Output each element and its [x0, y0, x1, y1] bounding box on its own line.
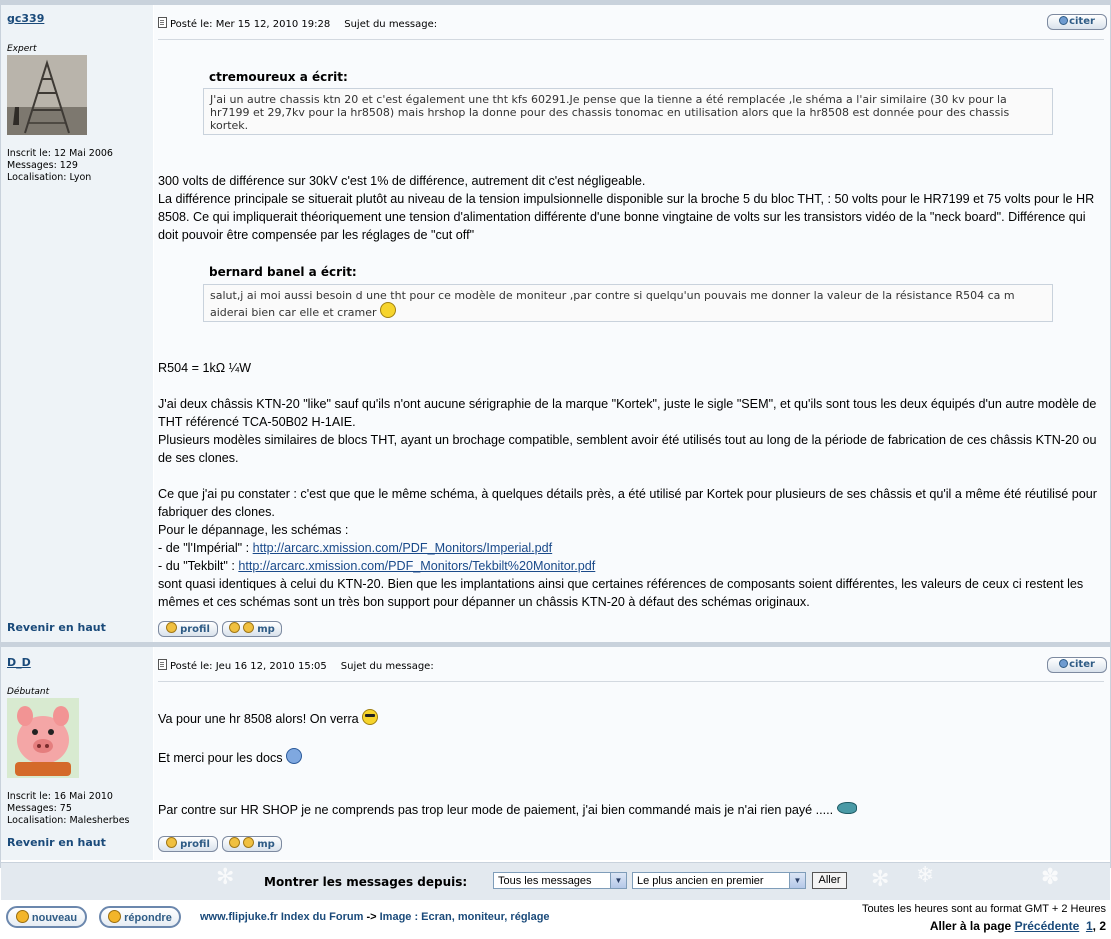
radio-tower-avatar-icon	[7, 55, 87, 135]
smile-icon	[379, 302, 396, 318]
post-document-icon	[158, 17, 167, 28]
post-document-icon	[158, 659, 167, 670]
reply-icon	[108, 910, 122, 923]
post-paragraph: Pour le dépannage, les schémas :	[158, 523, 349, 537]
back-to-top-link[interactable]: Revenir en haut	[7, 621, 106, 634]
quote-button[interactable]: citer	[1047, 14, 1107, 30]
go-button[interactable]: Aller	[812, 872, 847, 889]
author-joined: Inscrit le: 16 Mai 2010	[7, 791, 113, 802]
quote-icon	[1059, 659, 1069, 668]
pm-button[interactable]: mp	[222, 621, 282, 637]
post-author-column: D_D Débutant Inscrit le: 16 Mai 2010 Mes…	[1, 647, 153, 860]
quote-author: ctremoureux a écrit:	[209, 70, 348, 84]
post-paragraph: Ce que j'ai pu constater : c'est que que…	[158, 487, 1097, 519]
author-rank: Débutant	[7, 687, 50, 697]
snowflake-icon: ❄	[916, 863, 935, 888]
cool-smiley-icon	[362, 709, 379, 725]
post-header-rule	[158, 39, 1104, 40]
breadcrumb-forum-index[interactable]: www.flipjuke.fr Index du Forum	[200, 911, 363, 923]
fish-smiley-icon	[836, 802, 857, 814]
author-username[interactable]: gc339	[7, 12, 44, 25]
chevron-down-icon: ▼	[610, 873, 626, 888]
author-joined: Inscrit le: 12 Mai 2006	[7, 148, 113, 159]
breadcrumb-separator: ->	[366, 911, 377, 923]
reply-button[interactable]: répondre	[99, 906, 181, 928]
new-topic-button[interactable]: nouveau	[6, 906, 87, 928]
filter-label: Montrer les messages depuis:	[264, 875, 468, 889]
order-select[interactable]: Le plus ancien en premier ▼	[632, 872, 806, 889]
chevron-down-icon: ▼	[789, 873, 805, 888]
post-paragraph: Et merci pour les docs	[158, 748, 1098, 767]
post-author-column: gc339 Expert Inscrit le: 12 Mai 2006 Mes…	[1, 5, 153, 642]
post-link-line: - de "l'Impérial" : http://arcarc.xmissi…	[158, 541, 553, 555]
profile-icon	[166, 622, 178, 633]
post-paragraph: sont quasi identiques à celui du KTN-20.…	[158, 577, 1084, 609]
message-filter-bar: ✻ ✻ ❄ ✽ Montrer les messages depuis: Tou…	[1, 862, 1110, 900]
post-header: Posté le: Mer 15 12, 2010 19:28 Sujet du …	[158, 17, 437, 30]
post-subject-label: Sujet du message:	[344, 19, 438, 30]
pager-current-page: 2	[1099, 919, 1106, 933]
pagination: Aller à la page Précédente 1, 2	[930, 919, 1106, 933]
quote-button[interactable]: citer	[1047, 657, 1107, 673]
post-body-column: Posté le: Mer 15 12, 2010 19:28 Sujet du …	[154, 5, 1110, 642]
author-username[interactable]: D_D	[7, 656, 31, 669]
post-header: Posté le: Jeu 16 12, 2010 15:05 Sujet du …	[158, 659, 434, 672]
post-paragraph: La différence principale se situerait pl…	[158, 192, 1095, 242]
author-messages: Messages: 75	[7, 803, 72, 814]
profile-button[interactable]: profil	[158, 836, 218, 852]
snowflake-icon: ✻	[871, 867, 890, 892]
pig-avatar-icon	[7, 698, 79, 778]
post-date: Posté le: Mer 15 12, 2010 19:28	[170, 19, 331, 30]
post-subject-label: Sujet du message:	[340, 661, 434, 672]
new-topic-icon	[15, 910, 29, 923]
breadcrumb: www.flipjuke.fr Index du Forum -> Image …	[200, 911, 550, 923]
profile-button[interactable]: profil	[158, 621, 218, 637]
post-link-line: - du "Tekbilt" : http://arcarc.xmission.…	[158, 559, 596, 573]
forum-topic-view: gc339 Expert Inscrit le: 12 Mai 2006 Mes…	[0, 0, 1111, 900]
snowflake-icon: ✻	[216, 865, 235, 890]
schematic-link-imperial[interactable]: http://arcarc.xmission.com/PDF_Monitors/…	[253, 541, 553, 555]
post-paragraph: Va pour une hr 8508 alors! On verra	[158, 709, 1098, 728]
pager-label: Aller à la page	[929, 919, 1012, 933]
thumbs-up-smiley-icon	[286, 748, 303, 764]
quote-box: J'ai un autre chassis ktn 20 et c'est ég…	[203, 88, 1053, 135]
pm-icon	[229, 837, 241, 848]
pager-separator: ,	[1092, 919, 1096, 933]
post-paragraph: R504 = 1kΩ ¼W	[158, 361, 252, 375]
author-location: Localisation: Lyon	[7, 172, 92, 183]
author-messages: Messages: 129	[7, 160, 78, 171]
post-d_d: D_D Débutant Inscrit le: 16 Mai 2010 Mes…	[1, 647, 1110, 860]
post-date: Posté le: Jeu 16 12, 2010 15:05	[170, 661, 327, 672]
post-header-rule	[158, 681, 1104, 682]
quote-author: bernard banel a écrit:	[209, 265, 357, 279]
pager-previous-link[interactable]: Précédente	[1015, 919, 1080, 933]
profile-icon	[166, 837, 178, 848]
post-paragraph: Par contre sur HR SHOP je ne comprends p…	[158, 801, 1098, 819]
post-gc339: gc339 Expert Inscrit le: 12 Mai 2006 Mes…	[1, 5, 1110, 642]
quote-box: salut,j ai moi aussi besoin d une tht po…	[203, 284, 1053, 322]
post-paragraph: J'ai deux châssis KTN-20 "like" sauf qu'…	[158, 397, 1097, 429]
period-select[interactable]: Tous les messages ▼	[493, 872, 627, 889]
pm-button[interactable]: mp	[222, 836, 282, 852]
post-paragraph: 300 volts de différence sur 30kV c'est 1…	[158, 174, 646, 188]
author-location: Localisation: Malesherbes	[7, 815, 130, 826]
timezone-note: Toutes les heures sont au format GMT + 2…	[861, 903, 1106, 915]
author-rank: Expert	[7, 44, 37, 54]
pager-page-1-link[interactable]: 1	[1086, 919, 1093, 933]
back-to-top-link[interactable]: Revenir en haut	[7, 836, 106, 849]
snowflake-icon: ✽	[1041, 865, 1060, 890]
breadcrumb-current-forum[interactable]: Image : Ecran, moniteur, réglage	[380, 911, 550, 923]
schematic-link-tekbilt[interactable]: http://arcarc.xmission.com/PDF_Monitors/…	[238, 559, 595, 573]
post-paragraph: Plusieurs modèles similaires de blocs TH…	[158, 433, 1097, 465]
post-body-column: Posté le: Jeu 16 12, 2010 15:05 Sujet du …	[154, 647, 1110, 860]
pm-icon	[229, 622, 241, 633]
quote-icon	[1059, 16, 1069, 25]
